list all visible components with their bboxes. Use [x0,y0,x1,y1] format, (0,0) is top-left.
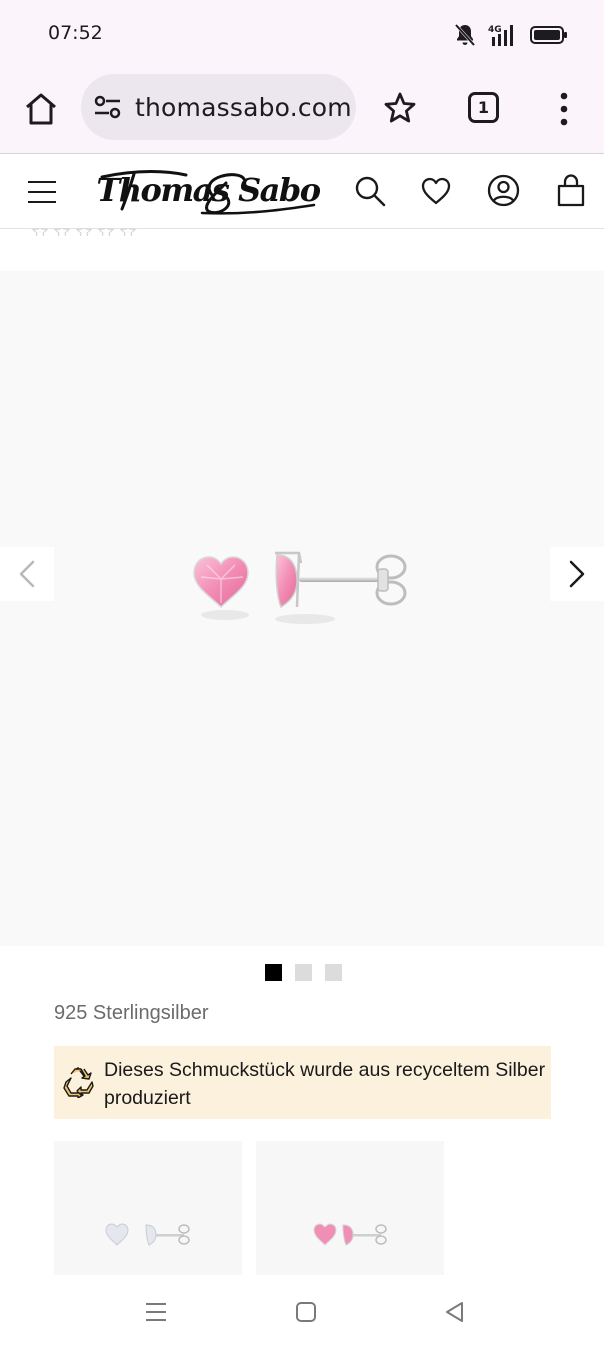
status-bar: 07:52 4G [0,0,604,70]
home-nav-icon[interactable] [295,1301,317,1323]
tabs-button[interactable]: 1 [468,92,499,123]
status-time: 07:52 [48,22,103,44]
gallery-next-button[interactable] [550,547,604,601]
gallery-prev-button[interactable] [0,547,54,601]
signal-icon: 4G [488,25,513,46]
gallery-dot-3[interactable] [325,964,342,981]
more-vert-icon[interactable] [554,90,574,128]
system-nav-bar [0,1276,604,1350]
recycled-notice: Dieses Schmuckstück wurde aus recyceltem… [54,1046,551,1119]
menu-icon[interactable] [28,179,56,205]
battery-icon [530,26,567,44]
search-icon[interactable] [354,175,386,207]
site-settings-icon[interactable] [93,94,123,120]
bell-off-icon [454,23,476,47]
home-icon[interactable] [22,90,60,128]
variant-image-pink [313,1223,387,1246]
variant-image-white [105,1223,190,1246]
site-header: Thomas Sabo [0,155,604,229]
variant-thumbnail-pink[interactable] [256,1141,444,1275]
chevron-right-icon [569,560,585,588]
rating-stars [31,228,137,236]
status-icons: 4G [454,22,568,48]
product-gallery[interactable] [0,271,604,946]
network-type-label: 4G [488,25,502,35]
bookmark-star-icon[interactable] [382,90,418,126]
chevron-left-icon [19,560,35,588]
brand-logo[interactable]: Thomas Sabo [98,165,320,221]
recycle-icon [63,1066,94,1098]
gallery-dot-2[interactable] [295,964,312,981]
browser-toolbar: thomassabo.com 1 [0,70,604,154]
url-bar[interactable]: thomassabo.com [81,74,356,140]
bag-icon[interactable] [556,173,586,207]
gallery-pagination [265,964,342,981]
product-material: 925 Sterlingsilber [54,1002,209,1024]
gallery-dot-1[interactable] [265,964,282,981]
back-icon[interactable] [443,1300,465,1324]
logo-text: Thomas Sabo [98,171,320,209]
heart-icon[interactable] [420,176,452,206]
recents-icon[interactable] [145,1301,167,1323]
url-text[interactable]: thomassabo.com [135,93,352,122]
product-image [193,551,407,624]
variant-thumbnail-white[interactable] [54,1141,242,1275]
account-icon[interactable] [487,174,520,207]
recycled-notice-text: Dieses Schmuckstück wurde aus recyceltem… [104,1059,546,1109]
